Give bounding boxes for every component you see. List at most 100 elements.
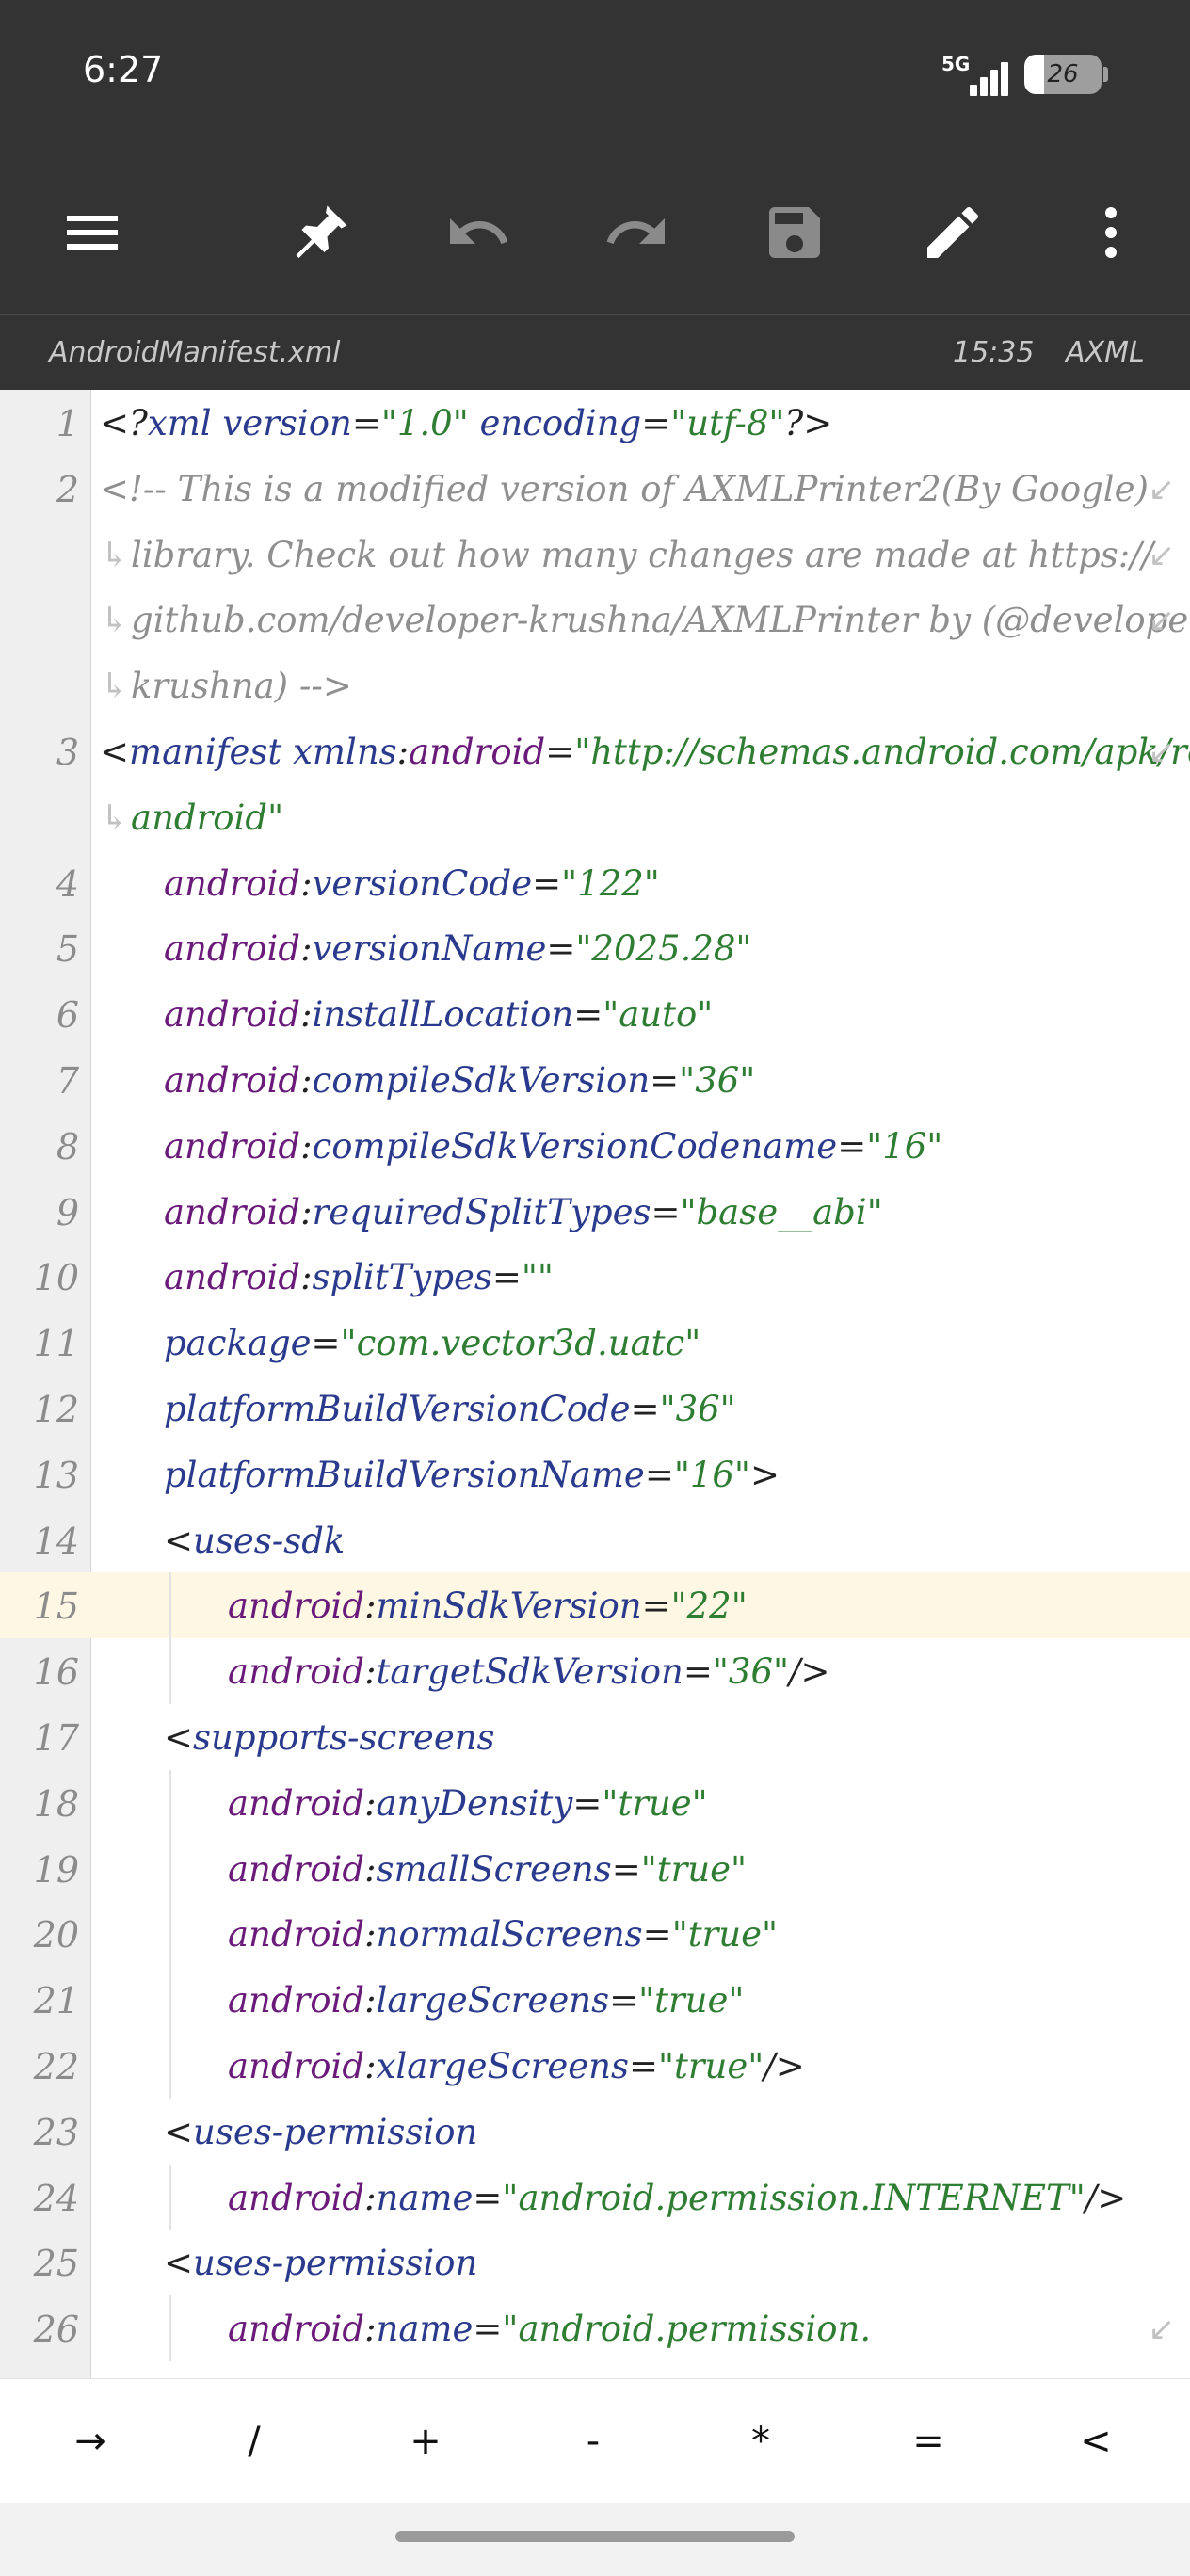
more-options-button[interactable] — [1064, 185, 1158, 280]
token-ns: android — [164, 1059, 301, 1101]
token-attr: versionCode — [312, 862, 533, 904]
code-line[interactable]: 12 platformBuildVersionCode="36" — [0, 1376, 1190, 1441]
code-line[interactable]: 16 android:targetSdkVersion="36"/> — [0, 1638, 1190, 1704]
symbol-key-minus[interactable]: - — [537, 2379, 650, 2504]
code-line[interactable]: 11 package="com.vector3d.uatc" — [0, 1310, 1190, 1376]
line-number: 6 — [56, 994, 79, 1037]
symbol-bar: → / + - * = < — [0, 2378, 1190, 2504]
code-line[interactable]: 22 android:xlargeScreens="true"/> — [0, 2032, 1190, 2099]
code-text: platformBuildVersionCode="36" — [164, 1389, 736, 1429]
code-line[interactable]: 26 android:name="android.permission. ↙ — [0, 2295, 1190, 2361]
undo-button[interactable] — [431, 185, 525, 280]
token-val: "36" — [659, 1388, 736, 1429]
code-line[interactable]: 18 android:anyDensity="true" — [0, 1769, 1190, 1836]
token-punct: : — [300, 928, 313, 970]
code-line[interactable]: 5 android:versionName="2025.28" — [0, 915, 1190, 981]
code-text: <supports-screens — [164, 1717, 495, 1758]
battery-level: 26 — [1047, 60, 1079, 89]
code-text: android:splitTypes="" — [164, 1257, 554, 1297]
edit-button[interactable] — [906, 185, 1000, 280]
code-line[interactable]: 14 <uses-sdk — [0, 1507, 1190, 1573]
edit-icon — [927, 206, 979, 258]
code-text: android:compileSdkVersion="36" — [164, 1060, 755, 1101]
token-attr: name — [376, 2177, 474, 2218]
token-attr: encoding — [468, 403, 642, 443]
token-attr: installLocation — [312, 994, 574, 1036]
code-line-continuation[interactable]: ↳android" — [0, 784, 1190, 850]
token-ns: android — [164, 1191, 301, 1232]
code-line-continuation[interactable]: ↳library. Check out how many changes are… — [0, 522, 1190, 588]
code-text: android:versionName="2025.28" — [164, 928, 751, 969]
pin-button[interactable] — [273, 185, 367, 280]
code-text: ↳library. Check out how many changes are… — [100, 535, 1153, 575]
code-line[interactable]: 25 <uses-permission — [0, 2230, 1190, 2295]
symbol-key-plus[interactable]: + — [369, 2379, 482, 2504]
code-line[interactable]: 2 <!-- This is a modified version of AXML… — [0, 456, 1190, 522]
token-punct: : — [364, 1848, 377, 1890]
token-ns: android — [164, 928, 301, 970]
code-line[interactable]: 3 <manifest xmlns:android="http://schemas… — [0, 718, 1190, 784]
symbol-key-less-than[interactable]: < — [1039, 2379, 1152, 2504]
code-line[interactable]: 15 android:minSdkVersion="22" — [0, 1572, 1190, 1639]
indent-guide — [169, 1901, 171, 1968]
token-attr: name — [376, 2309, 474, 2350]
code-line[interactable]: 7 android:compileSdkVersion="36" — [0, 1047, 1190, 1113]
code-line-continuation[interactable]: ↳github.com/developer-krushna/AXMLPrinte… — [0, 587, 1190, 652]
token-ns: android — [228, 1848, 365, 1890]
symbol-key-arrow[interactable]: → — [34, 2379, 147, 2504]
token-punct: /> — [1085, 2177, 1127, 2218]
token-attr: splitTypes — [312, 1257, 492, 1298]
code-line[interactable]: 8 android:compileSdkVersionCodename="16" — [0, 1113, 1190, 1179]
code-line[interactable]: 20 android:normalScreens="true" — [0, 1901, 1190, 1968]
home-indicator[interactable] — [395, 2531, 795, 2542]
code-line[interactable]: 6 android:installLocation="auto" — [0, 981, 1190, 1047]
code-text: platformBuildVersionName="16"> — [164, 1455, 780, 1495]
token-val: "true" — [640, 1848, 748, 1890]
token-tag: manifest — [129, 731, 294, 772]
token-punct: : — [364, 2177, 377, 2218]
token-punct: : — [300, 994, 313, 1036]
code-line[interactable]: 9 android:requiredSplitTypes="base__abi" — [0, 1179, 1190, 1245]
line-number: 16 — [33, 1651, 79, 1694]
token-punct: = — [837, 1125, 867, 1167]
symbol-key-slash[interactable]: / — [198, 2379, 311, 2504]
save-button[interactable] — [748, 185, 842, 280]
symbol-key-equals[interactable]: = — [872, 2379, 985, 2504]
file-name[interactable]: AndroidManifest.xml — [49, 336, 341, 369]
token-attr: package — [164, 1323, 312, 1364]
code-text: <manifest xmlns:android="http://schemas.… — [100, 732, 1190, 772]
code-line[interactable]: 13 platformBuildVersionName="16"> — [0, 1441, 1190, 1507]
wrap-continuation-icon: ↳ — [100, 666, 130, 707]
code-line[interactable]: 4 android:versionCode="122" — [0, 850, 1190, 916]
token-ns: android — [228, 1782, 365, 1824]
token-punct: = — [351, 403, 381, 443]
token-val: "122" — [561, 862, 660, 904]
code-line-continuation[interactable]: ↳krushna) --> — [0, 652, 1190, 718]
code-text: android:targetSdkVersion="36"/> — [228, 1651, 830, 1692]
file-time: 15:35 — [953, 336, 1035, 369]
token-val: "http://schemas.android.com/apk/res/ — [574, 731, 1190, 772]
wrap-arrow-icon: ↙ — [1148, 470, 1176, 508]
symbol-key-asterisk[interactable]: * — [704, 2379, 817, 2504]
token-punct: < — [100, 731, 130, 772]
code-line[interactable]: 19 android:smallScreens="true" — [0, 1835, 1190, 1902]
code-line[interactable]: 17 <supports-screens — [0, 1704, 1190, 1770]
code-editor[interactable]: 1 <?xml version="1.0" encoding="utf-8"?> 2… — [0, 390, 1190, 2378]
code-line[interactable]: 23 <uses-permission — [0, 2099, 1190, 2165]
token-ns: android — [228, 1651, 365, 1693]
code-line[interactable]: 21 android:largeScreens="true" — [0, 1967, 1190, 2033]
line-number: 25 — [33, 2243, 79, 2285]
code-line[interactable]: 24 android:name="android.permission.INTER… — [0, 2164, 1190, 2230]
token-val: "android.permission.INTERNET" — [502, 2177, 1085, 2218]
menu-button[interactable] — [45, 185, 139, 280]
token-punct: = — [546, 928, 576, 970]
token-punct: = — [628, 2045, 658, 2086]
code-line[interactable]: 10 android:splitTypes="" — [0, 1244, 1190, 1310]
token-attr: version — [222, 403, 352, 443]
code-line[interactable]: 1 <?xml version="1.0" encoding="utf-8"?> — [0, 390, 1190, 456]
token-punct: < — [164, 2111, 194, 2152]
file-info-bar: AndroidManifest.xml 15:35 AXML — [0, 314, 1190, 391]
code-text: android:normalScreens="true" — [228, 1914, 778, 1955]
redo-button[interactable] — [589, 185, 683, 280]
line-number: 15 — [33, 1586, 79, 1628]
